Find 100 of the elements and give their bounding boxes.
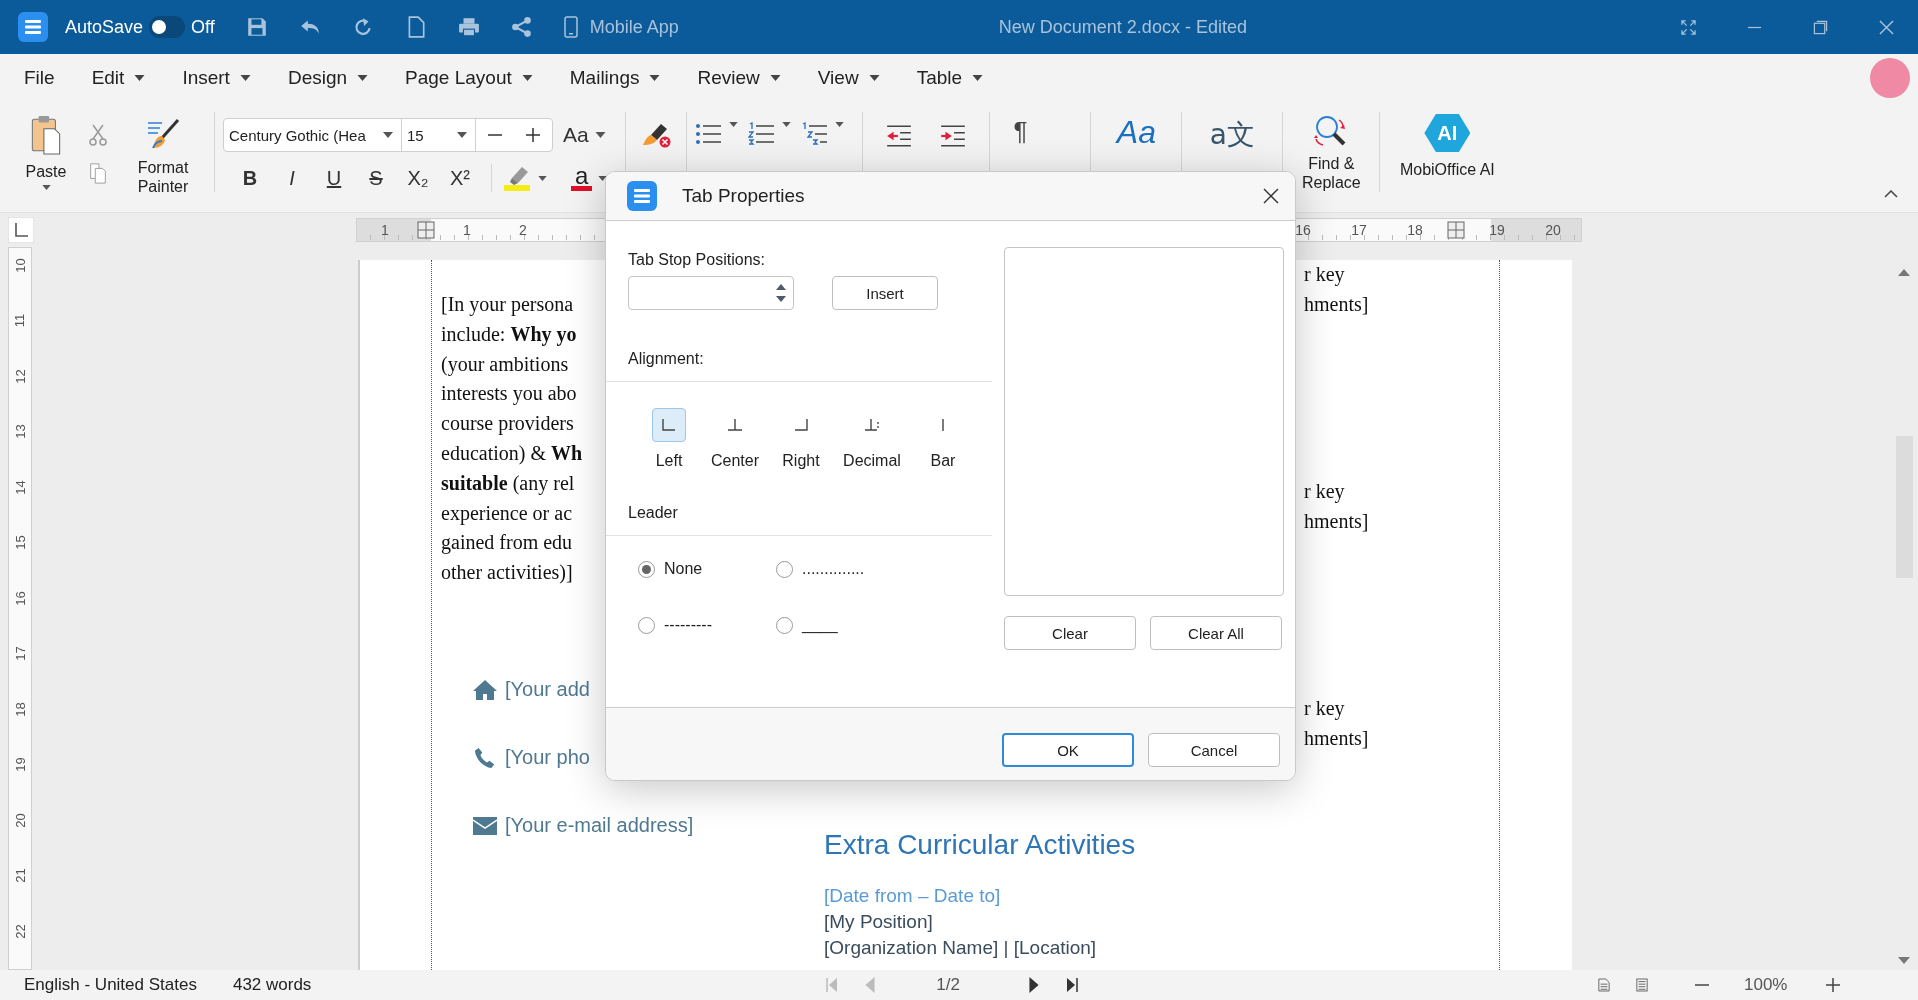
spinner-arrows-icon[interactable] [775, 282, 787, 304]
autosave-toggle[interactable] [149, 16, 186, 38]
alignment-option[interactable]: Decimal [834, 408, 910, 470]
mobioffice-ai-label[interactable]: MobiOffice AI [1399, 160, 1495, 179]
app-menu-icon[interactable] [18, 12, 48, 42]
menu-item[interactable]: Insert [182, 67, 251, 89]
font-size-dropdown[interactable]: 15 [402, 119, 476, 151]
language-status[interactable]: English - United States [24, 975, 197, 995]
caret-icon[interactable] [357, 75, 369, 81]
save-icon[interactable] [245, 16, 268, 38]
menu-item[interactable]: Design [287, 67, 369, 89]
show-formatting-marks-button[interactable]: ¶ [1013, 116, 1028, 148]
web-view-icon[interactable] [1636, 977, 1648, 993]
caret-icon[interactable] [972, 75, 984, 81]
page-view-icon[interactable] [1598, 977, 1610, 993]
paste-label[interactable]: Paste [25, 162, 67, 181]
font-name-dropdown[interactable]: Century Gothic (Hea [224, 119, 402, 151]
scissors-icon[interactable] [88, 124, 108, 146]
caret-icon[interactable] [594, 132, 606, 138]
multilevel-list-icon[interactable] [801, 122, 830, 146]
caret-icon[interactable] [729, 122, 739, 127]
zoom-in-icon[interactable] [1825, 977, 1842, 993]
format-button[interactable]: I [271, 166, 313, 190]
caret-icon[interactable] [649, 75, 661, 81]
tab-selector-icon[interactable] [8, 217, 34, 243]
menu-item[interactable]: Page Layout [405, 67, 533, 89]
bullet-list-icon[interactable] [695, 122, 724, 146]
alignment-option[interactable]: Center [702, 408, 768, 470]
maximize-icon[interactable] [1813, 19, 1828, 35]
vertical-ruler[interactable]: 10 11 12 13 14 15 16 17 18 19 20 21 22 [8, 247, 32, 970]
ruler-number: 13 [12, 424, 28, 440]
format-button[interactable]: B [229, 166, 271, 190]
zoom-level[interactable]: 100% [1744, 975, 1788, 995]
format-button[interactable]: X₂ [397, 166, 439, 190]
font-color-button[interactable]: a [571, 165, 593, 191]
translate-button[interactable]: a文 [1209, 116, 1255, 152]
body-text: hments] [1304, 291, 1369, 317]
column-marker-icon[interactable] [417, 221, 435, 239]
decrease-indent-icon[interactable] [885, 124, 914, 148]
clear-all-button[interactable]: Clear All [1150, 616, 1282, 650]
print-icon[interactable] [457, 16, 480, 38]
alignment-option[interactable]: Right [768, 408, 834, 470]
caret-icon[interactable] [457, 132, 467, 138]
caret-icon[interactable] [598, 175, 608, 181]
increase-indent-icon[interactable] [939, 124, 968, 148]
clear-button[interactable]: Clear [1004, 616, 1136, 650]
contact-text: [Your e-mail address] [505, 814, 694, 838]
caret-icon[interactable] [868, 75, 880, 81]
share-icon[interactable] [510, 16, 533, 38]
clipboard-icon[interactable] [30, 114, 62, 156]
alignment-option[interactable]: Bar [910, 408, 976, 470]
increase-font-size-icon[interactable] [525, 127, 541, 143]
mobile-app-link[interactable]: Mobile App [589, 16, 679, 38]
menu-item[interactable]: File [24, 67, 55, 89]
caret-icon[interactable] [521, 75, 533, 81]
format-button[interactable]: S [355, 166, 397, 190]
caret-icon[interactable] [538, 175, 547, 181]
format-button[interactable]: X² [439, 166, 481, 190]
caret-icon[interactable] [134, 75, 146, 81]
caret-icon[interactable] [835, 122, 845, 127]
caret-icon[interactable] [41, 185, 51, 190]
leader-radio[interactable]: --------- [638, 610, 776, 640]
caret-icon[interactable] [239, 75, 251, 81]
numbered-list-icon[interactable] [748, 122, 777, 146]
scroll-down-icon[interactable] [1898, 957, 1910, 964]
scroll-up-icon[interactable] [1898, 269, 1910, 276]
fullscreen-icon[interactable] [1681, 19, 1696, 35]
tab-stop-input[interactable] [628, 276, 794, 310]
ok-button[interactable]: OK [1002, 733, 1134, 767]
styles-button[interactable]: Aa [1116, 114, 1156, 152]
caret-icon[interactable] [769, 75, 781, 81]
highlighter-icon[interactable] [502, 165, 532, 191]
last-page-icon[interactable] [1066, 977, 1078, 993]
mobile-phone-icon[interactable] [563, 16, 578, 38]
menu-item[interactable]: Review [697, 67, 781, 89]
caret-icon[interactable] [383, 132, 393, 138]
column-marker-icon[interactable] [1447, 221, 1465, 239]
caret-icon[interactable] [782, 122, 792, 127]
next-page-icon[interactable] [1028, 977, 1040, 993]
leader-label: Leader [628, 504, 679, 522]
clear-formatting-icon[interactable] [641, 122, 672, 148]
leader-radio[interactable]: None [638, 554, 776, 584]
alignment-option[interactable]: Left [636, 408, 702, 470]
ruler-number: 18 [1406, 222, 1424, 238]
format-painter-label[interactable]: Format Painter [123, 158, 203, 196]
tab-stop-label: Tab Stop Positions: [628, 251, 766, 269]
format-button[interactable]: U [313, 166, 355, 190]
collapse-ribbon-icon[interactable] [1884, 190, 1898, 198]
menu-item[interactable]: Table [916, 67, 984, 89]
ruler-number: 20 [1544, 222, 1562, 238]
cancel-button[interactable]: Cancel [1148, 733, 1280, 767]
leader-radio[interactable]: ____ [776, 610, 926, 640]
leader-radio[interactable]: .............. [776, 554, 926, 584]
menu-item[interactable]: Edit [91, 67, 146, 89]
menu-item[interactable]: View [817, 67, 880, 89]
change-case-button[interactable]: Aa [563, 123, 606, 147]
find-replace-label[interactable]: Find & Replace [1296, 154, 1367, 192]
close-icon[interactable] [1263, 188, 1279, 204]
insert-button[interactable]: Insert [832, 276, 938, 310]
menu-item[interactable]: Mailings [569, 67, 661, 89]
